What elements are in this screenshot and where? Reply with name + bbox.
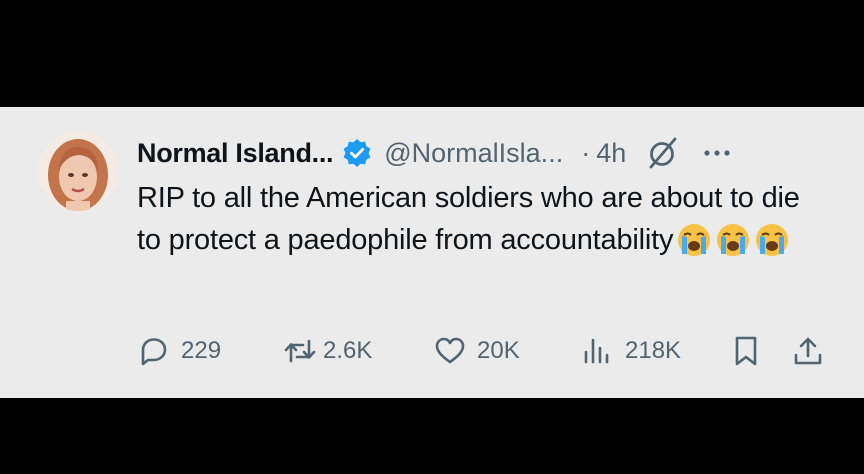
reply-count: 229 — [181, 337, 222, 364]
share-icon — [794, 337, 822, 365]
separator-dot: · — [581, 137, 591, 168]
reply-button[interactable]: 229 — [137, 331, 221, 371]
repost-icon — [284, 339, 316, 363]
grok-icon[interactable] — [646, 136, 680, 170]
like-button[interactable]: 20K — [433, 331, 520, 371]
views-icon — [584, 338, 609, 364]
views-count: 218K — [625, 337, 682, 364]
share-button[interactable] — [791, 331, 825, 371]
bookmark-icon — [735, 336, 757, 366]
loudly-crying-face-icon — [676, 222, 712, 258]
handle[interactable]: @NormalIsla... — [384, 138, 563, 169]
verified-badge-icon — [342, 138, 372, 168]
like-icon — [435, 337, 465, 364]
tweet-header: Normal Island... @NormalIsla... · 4h — [137, 135, 734, 171]
avatar[interactable] — [38, 131, 118, 211]
avatar-image — [38, 131, 118, 211]
reply-icon — [141, 338, 167, 366]
tweet-card[interactable]: Normal Island... @NormalIsla... · 4h RIP… — [0, 107, 864, 398]
loudly-crying-face-icon — [715, 222, 751, 258]
views-button[interactable]: 218K — [581, 331, 681, 371]
display-name[interactable]: Normal Island... — [137, 138, 334, 169]
bookmark-button[interactable] — [729, 331, 763, 371]
timestamp[interactable]: 4h — [596, 138, 626, 169]
repost-count: 2.6K — [323, 337, 373, 364]
like-count: 20K — [477, 337, 520, 364]
action-bar: 229 2.6K 20K 218K — [137, 331, 827, 371]
loudly-crying-face-icon — [754, 222, 790, 258]
tweet-text: RIP to all the American soldiers who are… — [137, 177, 827, 261]
more-icon[interactable] — [700, 136, 734, 170]
repost-button[interactable]: 2.6K — [283, 331, 372, 371]
